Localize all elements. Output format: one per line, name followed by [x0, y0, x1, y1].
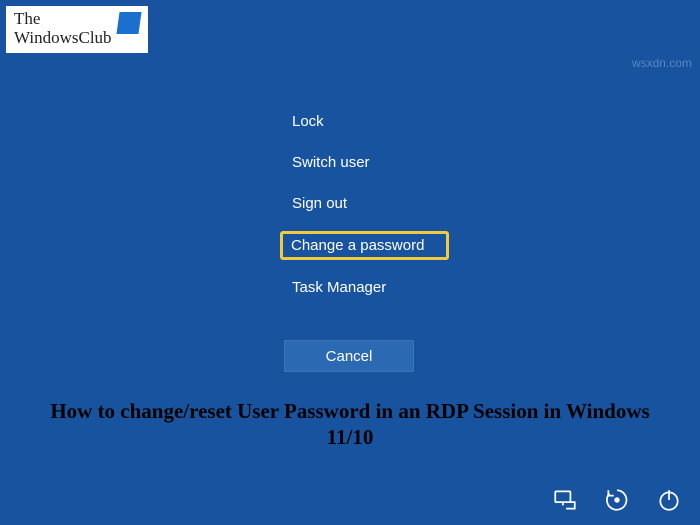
logo-line2: WindowsClub [14, 29, 112, 48]
menu-item-sign-out[interactable]: Sign out [282, 190, 449, 217]
menu-item-switch-user[interactable]: Switch user [282, 149, 449, 176]
menu-item-lock[interactable]: Lock [282, 108, 449, 135]
cancel-button[interactable]: Cancel [284, 340, 414, 372]
bottom-toolbar [552, 487, 682, 513]
logo-text: The WindowsClub [14, 10, 112, 47]
article-caption: How to change/reset User Password in an … [0, 398, 700, 451]
logo-line1: The [14, 10, 112, 29]
menu-item-task-manager[interactable]: Task Manager [282, 274, 449, 301]
watermark-text: wsxdn.com [632, 56, 692, 70]
menu-item-change-password[interactable]: Change a password [280, 231, 449, 260]
network-icon[interactable] [552, 487, 578, 513]
power-icon[interactable] [656, 487, 682, 513]
ease-of-access-icon[interactable] [604, 487, 630, 513]
security-options-menu: Lock Switch user Sign out Change a passw… [282, 108, 449, 301]
site-logo: The WindowsClub [6, 6, 148, 53]
windows-logo-icon [118, 12, 140, 34]
